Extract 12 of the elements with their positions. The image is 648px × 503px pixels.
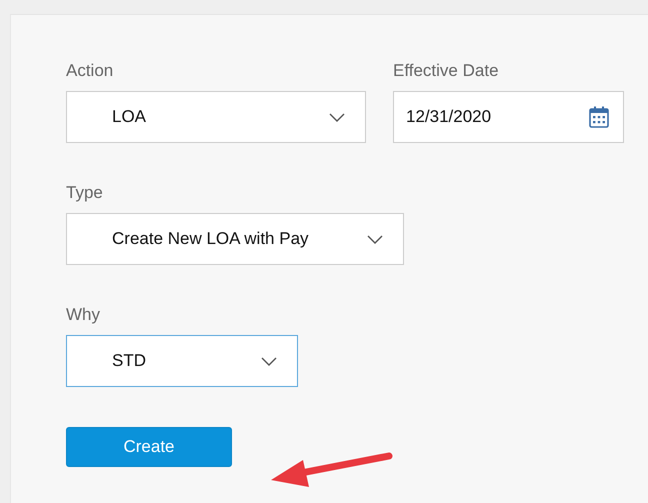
dropdown-field[interactable]: Create New LOA with Pay <box>66 213 404 265</box>
chevron-down-icon <box>329 112 345 122</box>
date-field[interactable]: 12/31/2020 <box>393 91 624 143</box>
field-label: Effective Date <box>393 61 500 81</box>
chevron-down-icon <box>261 356 277 366</box>
dropdown-field[interactable]: LOA <box>66 91 366 143</box>
field-label: Type <box>66 183 104 203</box>
chevron-down-icon <box>367 234 383 244</box>
dropdown-field[interactable]: STD <box>66 335 298 387</box>
field-label: Why <box>66 305 101 325</box>
calendar-icon[interactable] <box>589 106 609 128</box>
field-label: Action <box>66 61 114 81</box>
